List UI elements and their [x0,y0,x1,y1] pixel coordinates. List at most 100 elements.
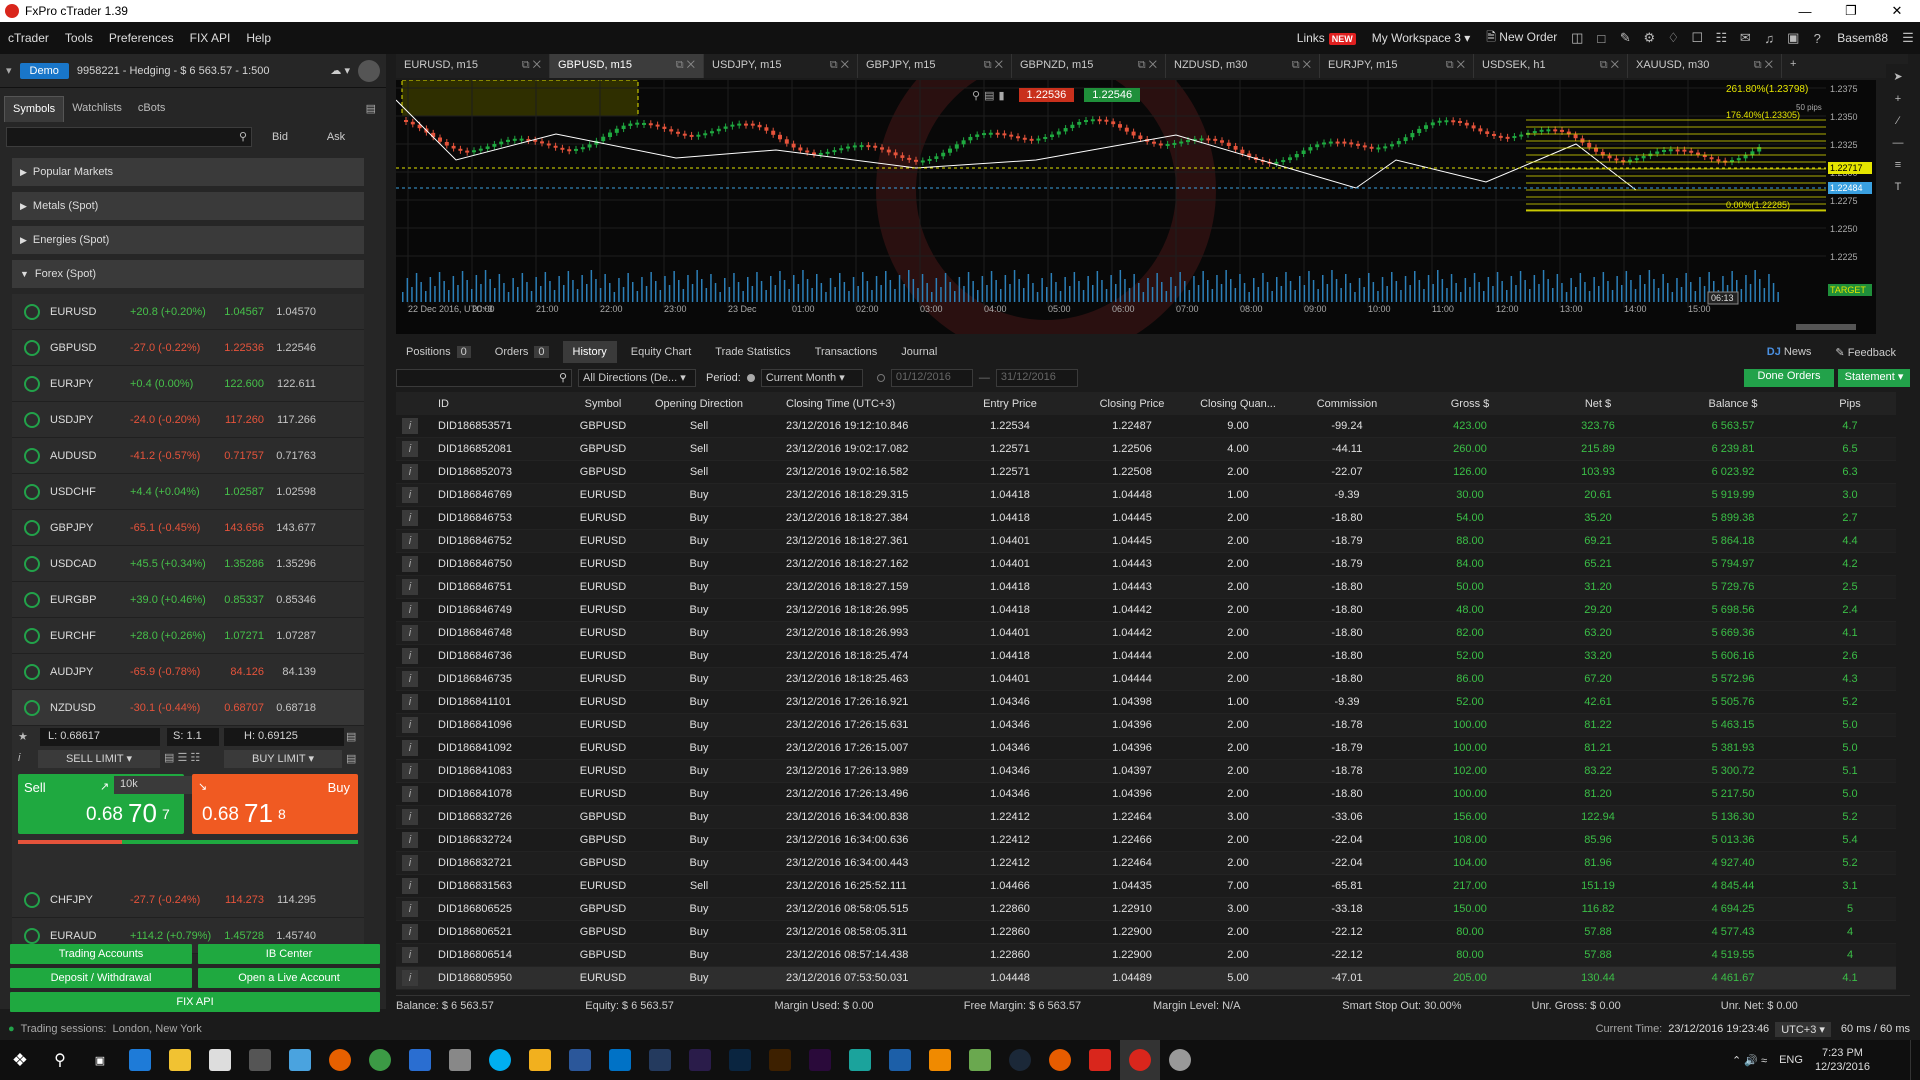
table-row[interactable]: i DID186805950 EURUSD Buy 23/12/2016 07:53:5… [396,967,1896,990]
taskbar-clock[interactable]: 7:23 PM 12/23/2016 [1815,1046,1870,1074]
chart-tab-usdsek[interactable]: USDSEK, h1 ⧉ ✕ [1474,54,1628,78]
info-icon[interactable]: i [18,752,20,764]
row-info-icon[interactable]: i [402,510,418,526]
table-row[interactable]: i DID186806525 GBPUSD Buy 23/12/2016 08:58:0… [396,898,1896,921]
period-select[interactable]: Current Month ▾ [760,369,863,387]
word-icon[interactable] [560,1040,600,1080]
column-header-8[interactable]: Gross $ [1406,398,1534,410]
category-forex[interactable]: ▼ Forex (Spot) [12,260,364,288]
orange-app-icon[interactable] [1040,1040,1080,1080]
symbol-ask[interactable]: 1.04570 [264,306,316,318]
close-button[interactable]: ✕ [1874,0,1920,22]
symbol-row-eurchf[interactable]: EURCHF +28.0 (+0.26%) 1.07271 1.07287 [12,618,364,654]
symbol-bid[interactable]: 1.22536 [224,342,264,354]
after-effects-icon[interactable] [680,1040,720,1080]
feedback-button[interactable]: ✎ Feedback [1825,341,1906,364]
layout-icon[interactable]: ◫ [1565,30,1589,46]
links-menu[interactable]: Links NEW [1289,31,1364,45]
network-app-icon[interactable] [440,1040,480,1080]
tab-close-icon[interactable]: ⧉ ✕ [1754,59,1773,72]
horizontal-line-icon[interactable]: — [1886,137,1910,149]
add-chart-tab-icon[interactable]: + [1782,54,1804,78]
chrome-icon[interactable] [360,1040,400,1080]
row-info-icon[interactable]: i [402,418,418,434]
symbol-ask[interactable]: 0.71763 [264,450,316,462]
category-metals[interactable]: ▶ Metals (Spot) [12,192,364,220]
column-header-10[interactable]: Balance $ [1662,398,1804,410]
cursor-icon[interactable]: ➤ [1886,70,1910,83]
language-indicator[interactable]: ENG [1779,1054,1803,1066]
symbol-bid[interactable]: 143.656 [224,522,264,534]
notification-icon[interactable]: ♢ [1661,30,1685,46]
tab-close-icon[interactable]: ⧉ ✕ [1446,59,1465,72]
row-info-icon[interactable]: i [402,832,418,848]
tab-history[interactable]: History [562,341,617,363]
row-info-icon[interactable]: i [402,441,418,457]
symbol-ask[interactable]: 1.02598 [264,486,316,498]
settings-icon[interactable]: ⚙ [1637,30,1661,46]
tab-close-icon[interactable]: ⧉ ✕ [984,59,1003,72]
row-info-icon[interactable]: i [402,786,418,802]
chart-tab-gbpusd[interactable]: GBPUSD, m15 ⧉ ✕ [550,54,704,78]
period-radio-custom[interactable] [876,374,885,382]
user-menu-icon[interactable]: ☰ [1896,30,1920,46]
table-row[interactable]: i DID186852081 GBPUSD Sell 23/12/2016 19:02:… [396,438,1896,461]
symbol-bid[interactable]: 1.04567 [224,306,264,318]
row-info-icon[interactable]: i [402,855,418,871]
search-icon[interactable]: ⚲ [40,1040,80,1080]
menu-preferences[interactable]: Preferences [101,31,182,45]
maximize-button[interactable]: ❐ [1828,0,1874,22]
favorite-star-icon[interactable]: ★ [18,730,28,743]
column-header-1[interactable]: Symbol [560,398,646,410]
mail-icon[interactable]: ✉ [1733,30,1757,46]
edge-icon[interactable] [120,1040,160,1080]
row-info-icon[interactable]: i [402,740,418,756]
column-header-9[interactable]: Net $ [1534,398,1662,410]
chart-icon[interactable]: ▤ [346,730,356,743]
zoom-icon[interactable]: ⚲ [972,89,980,102]
period-radio-current[interactable] [746,374,755,382]
buy-limit-button[interactable]: BUY LIMIT ▾ [224,750,342,768]
table-row[interactable]: i DID186841101 EURUSD Buy 23/12/2016 17:26:1… [396,691,1896,714]
symbol-search-input[interactable]: ⚲ [6,127,252,147]
m-yellow-app-icon[interactable] [520,1040,560,1080]
column-header-6[interactable]: Closing Quan... [1188,398,1288,410]
fibonacci-icon[interactable]: ≡ [1886,159,1910,171]
order-icons[interactable]: ▤ ☰ ☷ [164,751,200,764]
ib-center-button[interactable]: IB Center [198,944,380,964]
new-order-button[interactable]: 🗎 New Order [1478,28,1565,49]
price-chart[interactable]: 1.23751.23501.23251.23001.22751.22501.22… [396,80,1876,334]
symbol-row-eurgbp[interactable]: EURGBP +39.0 (+0.46%) 0.85337 0.85346 [12,582,364,618]
symbol-bid[interactable]: 114.273 [224,894,264,906]
row-info-icon[interactable]: i [402,579,418,595]
table-row[interactable]: i DID186841083 EURUSD Buy 23/12/2016 17:26:1… [396,760,1896,783]
row-info-icon[interactable]: i [402,533,418,549]
table-row[interactable]: i DID186841096 EURUSD Buy 23/12/2016 17:26:1… [396,714,1896,737]
table-row[interactable]: i DID186852073 GBPUSD Sell 23/12/2016 19:02:… [396,461,1896,484]
row-info-icon[interactable]: i [402,556,418,572]
tab-close-icon[interactable]: ⧉ ✕ [1600,59,1619,72]
chart-sell-price[interactable]: 1.22536 [1018,88,1075,102]
workspace-selector[interactable]: My Workspace 3 ▾ [1364,31,1479,45]
symbol-row-eurusd[interactable]: EURUSD +20.8 (+0.20%) 1.04567 1.04570 [12,294,364,330]
panel-menu-icon[interactable]: ▤ [356,96,386,122]
symbol-row-usdchf[interactable]: USDCHF +4.4 (+0.04%) 1.02587 1.02598 [12,474,364,510]
tray-icons[interactable]: ⌃ 🔊 ≈ [1732,1054,1767,1067]
buy-button[interactable]: ↘ Buy 0.68 71 8 [192,774,358,834]
tab-transactions[interactable]: Transactions [805,341,888,363]
symbol-ask[interactable]: 1.45740 [264,930,316,942]
column-header-3[interactable]: Closing Time (UTC+3) [752,398,944,410]
row-info-icon[interactable]: i [402,763,418,779]
ctrader-app-icon[interactable] [1120,1040,1160,1080]
symbol-bid[interactable]: 0.85337 [224,594,264,606]
table-row[interactable]: i DID186846752 EURUSD Buy 23/12/2016 18:18:2… [396,530,1896,553]
row-info-icon[interactable]: i [402,625,418,641]
symbol-bid[interactable]: 84.126 [224,666,264,678]
calendar-icon[interactable]: ☷ [1709,30,1733,46]
statement-button[interactable]: Statement ▾ [1838,369,1910,387]
tab-positions[interactable]: Positions 0 [396,341,481,363]
desktop-app-icon[interactable] [280,1040,320,1080]
chart-tab-eurjpy[interactable]: EURJPY, m15 ⧉ ✕ [1320,54,1474,78]
screenshot-icon[interactable]: □ [1589,31,1613,46]
chart-tab-nzdusd[interactable]: NZDUSD, m30 ⧉ ✕ [1166,54,1320,78]
